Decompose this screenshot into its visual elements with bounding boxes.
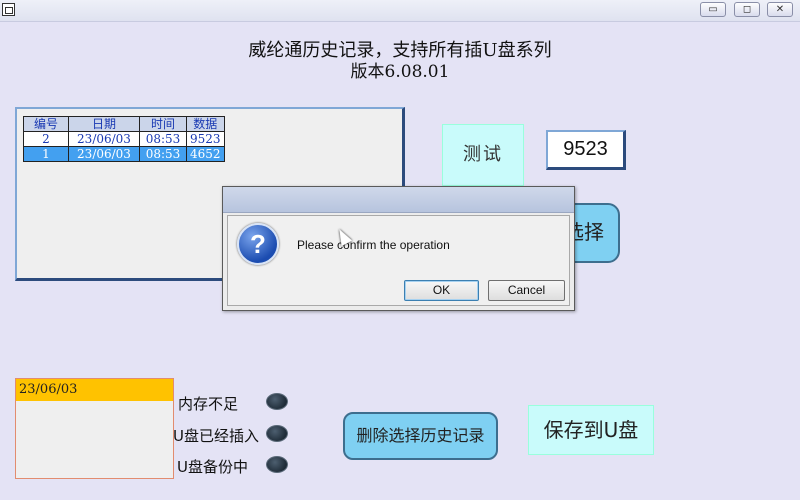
close-button[interactable]: ✕ (767, 2, 793, 17)
column-header-number: 编号 (23, 116, 69, 132)
usb-backup-indicator-icon (266, 456, 288, 473)
value-display: 9523 (546, 130, 626, 170)
table-cell: 4652 (186, 146, 225, 162)
save-to-usb-button[interactable]: 保存到U盘 (528, 405, 654, 455)
memory-low-label: 内存不足 (178, 395, 239, 413)
confirm-dialog: ? Please confirm the operation OK Cancel (222, 186, 575, 311)
delete-history-button[interactable]: 删除选择历史记录 (343, 412, 498, 460)
table-header: 编号 日期 时间 数据 (23, 116, 225, 132)
memory-low-indicator-icon (266, 393, 288, 410)
cancel-button[interactable]: Cancel (488, 280, 565, 301)
version-label: 版本6.08.01 (350, 62, 450, 82)
table-cell: 1 (23, 146, 69, 162)
table-cell: 08:53 (139, 146, 187, 162)
ok-button[interactable]: OK (404, 280, 479, 301)
table-row[interactable]: 2 23/06/03 08:53 9523 (23, 131, 225, 147)
maximize-button[interactable]: ◻ (734, 2, 760, 17)
minimize-button[interactable]: ▭ (700, 2, 726, 17)
usb-backup-label: U盘备份中 (177, 458, 248, 476)
date-list-panel[interactable]: 23/06/03 (15, 378, 174, 479)
table-cell: 2 (23, 131, 69, 147)
window-titlebar: ▭ ◻ ✕ (0, 0, 800, 22)
question-icon: ? (237, 223, 279, 265)
usb-inserted-label: U盘已经插入 (173, 427, 259, 445)
table-cell: 08:53 (139, 131, 187, 147)
column-header-time: 时间 (139, 116, 187, 132)
dialog-titlebar[interactable] (223, 187, 574, 213)
selected-date[interactable]: 23/06/03 (16, 379, 173, 401)
dialog-message: Please confirm the operation (297, 238, 450, 252)
usb-inserted-indicator-icon (266, 425, 288, 442)
table-row-selected[interactable]: 1 23/06/03 08:53 4652 (23, 146, 225, 162)
table-cell: 9523 (186, 131, 225, 147)
history-table: 编号 日期 时间 数据 2 23/06/03 08:53 9523 1 23/0… (23, 116, 225, 162)
window-icon[interactable] (2, 3, 15, 16)
table-cell: 23/06/03 (68, 131, 140, 147)
test-button[interactable]: 测试 (442, 124, 524, 186)
table-cell: 23/06/03 (68, 146, 140, 162)
column-header-date: 日期 (68, 116, 140, 132)
column-header-data: 数据 (186, 116, 225, 132)
